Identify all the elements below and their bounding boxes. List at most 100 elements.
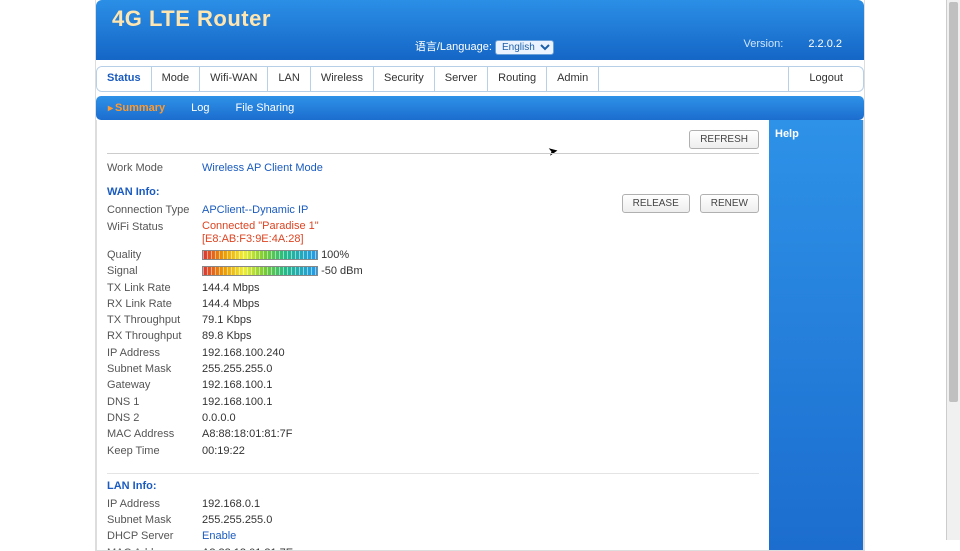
row-dns1: DNS 1 192.168.100.1 [107,394,759,410]
tx-throughput-value: 79.1 Kbps [202,313,252,327]
refresh-button[interactable]: REFRESH [689,130,759,149]
keep-time-value: 00:19:22 [202,444,245,458]
lan-subnet-value: 255.255.255.0 [202,513,272,527]
row-lan-mac: MAC Address A8:88:18:01:81:7E [107,545,759,550]
router-admin-page: 4G LTE Router 语言/Language: English Versi… [95,0,865,551]
row-work-mode: Work Mode Wireless AP Client Mode [107,160,759,176]
work-mode-label: Work Mode [107,161,202,175]
wifi-status-line2: [E8:AB:F3:9E:4A:28] [202,233,319,246]
subtab-log[interactable]: Log [191,102,209,114]
signal-bar [202,266,318,276]
product-title: 4G LTE Router [112,6,848,32]
rx-link-rate-label: RX Link Rate [107,297,202,311]
wan-subnet-label: Subnet Mask [107,362,202,376]
dns2-label: DNS 2 [107,411,202,425]
renew-button[interactable]: RENEW [700,194,759,213]
lan-section-title: LAN Info: [107,473,759,492]
header-banner: 4G LTE Router 语言/Language: English Versi… [96,0,864,60]
wan-mac-value: A8:88:18:01:81:7F [202,427,293,441]
row-wifi-status: WiFi Status Connected "Paradise 1" [E8:A… [107,219,759,247]
tab-admin[interactable]: Admin [547,67,599,91]
signal-value: -50 dBm [202,264,363,278]
row-quality: Quality 100% [107,247,759,263]
dhcp-label: DHCP Server [107,529,202,543]
content-wrap: REFRESH Work Mode Wireless AP Client Mod… [96,120,864,551]
signal-text: -50 dBm [321,265,363,277]
row-wan-subnet: Subnet Mask 255.255.255.0 [107,361,759,377]
scrollbar-thumb[interactable] [949,2,958,402]
row-tx-throughput: TX Throughput 79.1 Kbps [107,312,759,328]
quality-bar [202,250,318,260]
connection-type-value: APClient--Dynamic IP [202,203,308,217]
row-tx-link-rate: TX Link Rate 144.4 Mbps [107,280,759,296]
row-gateway: Gateway 192.168.100.1 [107,377,759,393]
dhcp-value: Enable [202,529,236,543]
signal-label: Signal [107,264,202,278]
tab-server[interactable]: Server [435,67,488,91]
tx-link-rate-value: 144.4 Mbps [202,281,259,295]
language-label: 语言/Language: [415,41,492,53]
lan-ip-value: 192.168.0.1 [202,497,260,511]
wifi-status-value: Connected "Paradise 1" [E8:AB:F3:9E:4A:2… [202,220,319,246]
work-mode-value: Wireless AP Client Mode [202,161,323,175]
quality-label: Quality [107,248,202,262]
wan-ip-value: 192.168.100.240 [202,346,285,360]
tabbar-spacer [599,67,789,91]
rx-throughput-value: 89.8 Kbps [202,329,252,343]
row-signal: Signal -50 dBm [107,263,759,279]
tab-security[interactable]: Security [374,67,435,91]
quality-text: 100% [321,249,349,261]
status-content: REFRESH Work Mode Wireless AP Client Mod… [97,120,769,550]
main-tabbar: Status Mode Wifi-WAN LAN Wireless Securi… [96,66,864,92]
lan-ip-label: IP Address [107,497,202,511]
subtab-file-sharing[interactable]: File Sharing [236,102,295,114]
tx-throughput-label: TX Throughput [107,313,202,327]
row-dhcp: DHCP Server Enable [107,528,759,544]
tab-wireless[interactable]: Wireless [311,67,374,91]
dns2-value: 0.0.0.0 [202,411,236,425]
row-rx-link-rate: RX Link Rate 144.4 Mbps [107,296,759,312]
version-value: 2.2.0.2 [808,38,842,50]
lan-subnet-label: Subnet Mask [107,513,202,527]
quality-value: 100% [202,248,349,262]
wifi-status-line1: Connected "Paradise 1" [202,220,319,233]
refresh-row: REFRESH [107,130,759,154]
gateway-label: Gateway [107,378,202,392]
page-scrollbar[interactable] [946,0,960,540]
row-wan-mac: MAC Address A8:88:18:01:81:7F [107,426,759,442]
wan-mac-label: MAC Address [107,427,202,441]
tab-routing[interactable]: Routing [488,67,547,91]
tab-mode[interactable]: Mode [152,67,201,91]
row-lan-subnet: Subnet Mask 255.255.255.0 [107,512,759,528]
version-info: Version: 2.2.0.2 [744,38,842,50]
tab-logout[interactable]: Logout [789,67,863,91]
language-select[interactable]: English [495,40,554,55]
tab-lan[interactable]: LAN [268,67,310,91]
rx-link-rate-value: 144.4 Mbps [202,297,259,311]
subtab-summary[interactable]: Summary [108,102,165,114]
row-rx-throughput: RX Throughput 89.8 Kbps [107,328,759,344]
sub-tabbar: Summary Log File Sharing [96,96,864,120]
version-label: Version: [744,38,784,50]
release-button[interactable]: RELEASE [622,194,690,213]
dns1-label: DNS 1 [107,395,202,409]
wifi-status-label: WiFi Status [107,220,202,234]
tab-status[interactable]: Status [97,67,152,91]
row-wan-ip: IP Address 192.168.100.240 [107,345,759,361]
dns1-value: 192.168.100.1 [202,395,272,409]
help-panel: Help [769,120,863,550]
row-dns2: DNS 2 0.0.0.0 [107,410,759,426]
lan-mac-label: MAC Address [107,546,202,550]
wan-subnet-value: 255.255.255.0 [202,362,272,376]
wan-action-buttons: RELEASE RENEW [622,194,759,213]
row-keep-time: Keep Time 00:19:22 [107,443,759,459]
connection-type-label: Connection Type [107,203,202,217]
tx-link-rate-label: TX Link Rate [107,281,202,295]
gateway-value: 192.168.100.1 [202,378,272,392]
wan-ip-label: IP Address [107,346,202,360]
tab-wifi-wan[interactable]: Wifi-WAN [200,67,268,91]
row-lan-ip: IP Address 192.168.0.1 [107,496,759,512]
lan-mac-value: A8:88:18:01:81:7E [202,546,293,550]
rx-throughput-label: RX Throughput [107,329,202,343]
help-title: Help [775,128,799,140]
